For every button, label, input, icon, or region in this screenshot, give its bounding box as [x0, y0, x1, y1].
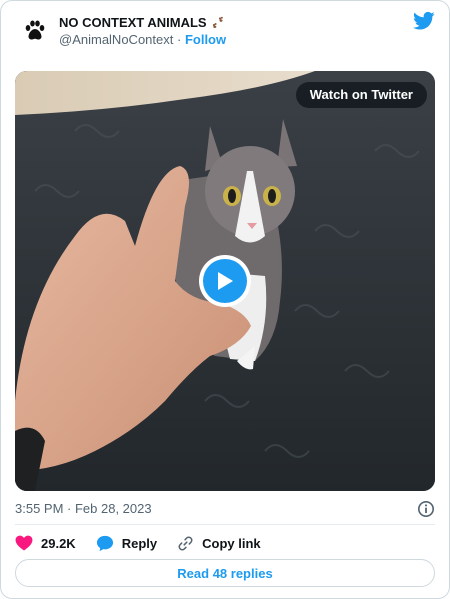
tweet-timestamp[interactable]: 3:55 PM · Feb 28, 2023 [15, 500, 152, 518]
display-name[interactable]: NO CONTEXT ANIMALS [59, 14, 207, 31]
divider [15, 524, 435, 525]
speech-bubble-icon [96, 535, 113, 551]
paw-print-icon [25, 20, 45, 40]
tweet-header: NO CONTEXT ANIMALS @AnimalNoContext · Fo… [15, 11, 435, 55]
reply-label: Reply [121, 535, 158, 551]
avatar[interactable] [21, 16, 49, 44]
reply-button[interactable]: Reply [96, 535, 157, 552]
account-names: NO CONTEXT ANIMALS @AnimalNoContext · Fo… [59, 14, 226, 49]
follow-link[interactable]: Follow [185, 32, 226, 47]
link-icon [178, 536, 193, 550]
like-count: 29.2K [41, 535, 76, 551]
read-replies-button[interactable]: Read 48 replies [15, 559, 435, 587]
like-button[interactable]: 29.2K [15, 535, 76, 551]
video-player[interactable]: Watch on Twitter [15, 71, 435, 491]
tweet-actions: 29.2K Reply Copy link [15, 533, 281, 553]
account-handle[interactable]: @AnimalNoContext [59, 32, 173, 47]
copy-link-button[interactable]: Copy link [177, 535, 261, 552]
info-icon[interactable] [417, 500, 435, 518]
paw-prints-emoji-icon [211, 16, 225, 29]
heart-icon [15, 535, 33, 551]
play-button[interactable] [199, 255, 251, 307]
play-icon [218, 272, 233, 290]
separator-dot: · [176, 32, 182, 47]
tweet-embed-card: NO CONTEXT ANIMALS @AnimalNoContext · Fo… [0, 0, 450, 599]
copy-link-label: Copy link [202, 535, 261, 551]
handle-row: @AnimalNoContext · Follow [59, 31, 226, 49]
watch-on-twitter-button[interactable]: Watch on Twitter [295, 82, 427, 108]
twitter-bird-icon[interactable] [413, 11, 435, 31]
